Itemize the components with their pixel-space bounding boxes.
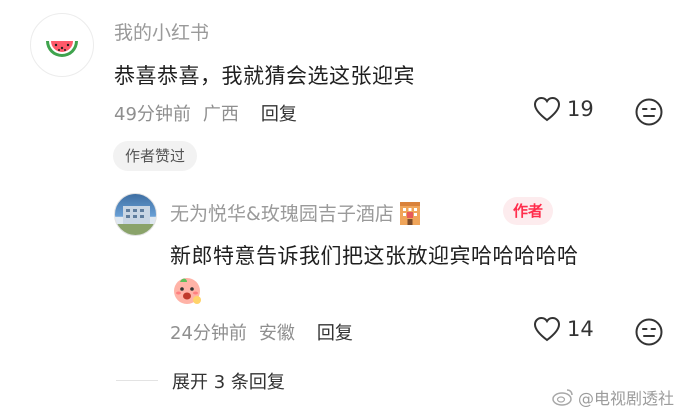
reply-username[interactable]: 无为悦华&玫瑰园吉子酒店 [170,199,394,226]
like-count: 19 [567,97,594,121]
watermark-text: @电视剧透社 [578,389,675,408]
reply-like-count: 14 [567,317,594,341]
avatar[interactable] [30,13,94,77]
reply-meta: 24分钟前 安徽 回复 [170,319,353,345]
comment-time: 49分钟前 [114,104,191,125]
reply-time: 24分钟前 [170,323,247,344]
weibo-logo-icon [552,389,573,406]
comment-meta: 49分钟前 广西 回复 [114,100,297,126]
comment-username[interactable]: 我的小红书 [114,18,209,45]
reply-location: 安徽 [258,323,295,344]
watermark: @电视剧透社 [552,385,674,409]
reply-like-button[interactable]: 14 [533,316,594,342]
hotel-icon [399,201,420,225]
expand-replies-button[interactable]: 展开 3 条回复 [172,368,285,394]
expand-divider [116,380,158,381]
comment-text: 恭喜恭喜，我就猜会选这张迎宾 [114,64,415,88]
like-button[interactable]: 19 [533,96,594,122]
heart-icon [533,96,561,122]
watermelon-icon [46,41,78,57]
neutral-face-icon [635,98,663,126]
author-liked-tag: 作者赞过 [113,141,198,171]
peach-emoji-icon [170,273,204,311]
hotel-building-image [115,206,156,235]
emoji-reaction-button[interactable] [634,97,664,131]
reply-button[interactable]: 回复 [261,100,297,126]
reply-text: 新郎特意告诉我们把这张放迎宾哈哈哈哈哈 [170,244,579,268]
reply-emoji-reaction-button[interactable] [634,317,664,351]
reply-reply-button[interactable]: 回复 [317,319,353,345]
reply-avatar[interactable] [114,193,157,236]
heart-icon [533,316,561,342]
author-badge: 作者 [503,197,554,225]
reply-username-row: 无为悦华&玫瑰园吉子酒店 [170,199,422,226]
neutral-face-icon [635,318,663,346]
comment-location: 广西 [202,104,239,125]
